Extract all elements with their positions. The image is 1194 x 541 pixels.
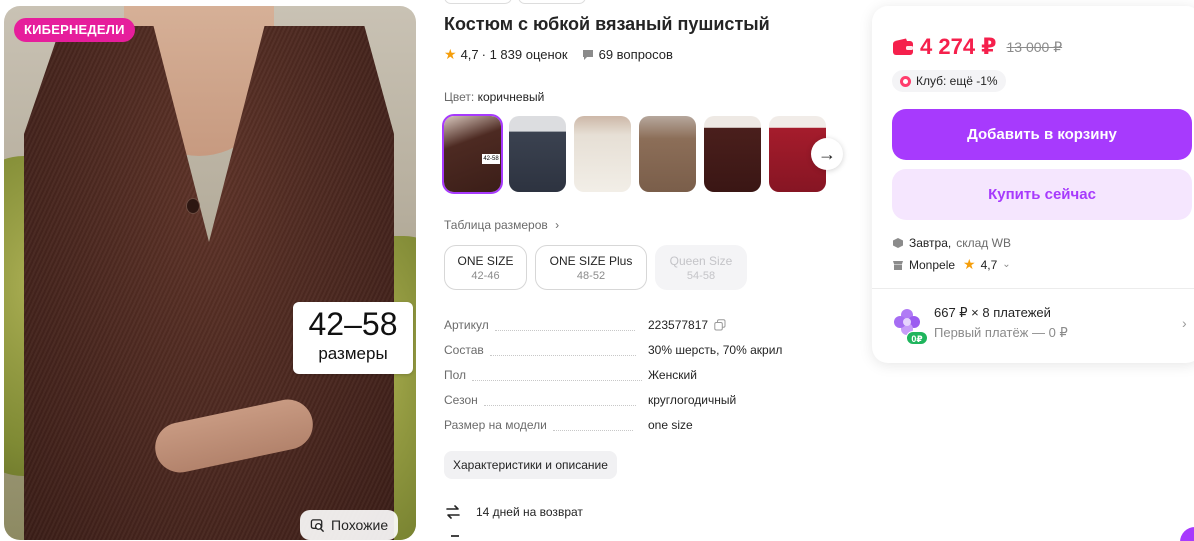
spec-row: Сезон круглогодичный bbox=[444, 393, 814, 418]
color-thumbnails: 42-58 bbox=[442, 114, 826, 194]
spec-dots bbox=[472, 380, 643, 381]
spec-dots bbox=[552, 430, 633, 431]
reviews-count[interactable]: · 1 839 оценок bbox=[482, 47, 568, 62]
partial-icon bbox=[451, 535, 459, 541]
seller-rating: 4,7 bbox=[980, 257, 998, 272]
seller-info[interactable]: Monpele ★ 4,7 ⌄ bbox=[892, 256, 1011, 273]
spec-key: Сезон bbox=[444, 393, 478, 407]
club-icon bbox=[900, 75, 911, 87]
article-number: 223577817 bbox=[648, 318, 709, 332]
color-thumb-camel[interactable] bbox=[639, 116, 696, 192]
product-title: Костюм с юбкой вязаный пушистый bbox=[444, 14, 770, 34]
promo-badge: КИБЕРНЕДЕЛИ bbox=[14, 18, 135, 42]
spec-row: Размер на модели one size bbox=[444, 418, 814, 443]
color-thumb-cream[interactable] bbox=[574, 116, 631, 192]
spec-value: круглогодичный bbox=[648, 393, 737, 407]
size-option-queen-size: Queen Size 54-58 bbox=[655, 245, 747, 290]
spec-value: 30% шерсть, 70% акрил bbox=[648, 343, 783, 357]
chat-bubble-icon[interactable] bbox=[1180, 527, 1194, 541]
divider bbox=[872, 288, 1194, 289]
top-chips bbox=[444, 0, 586, 4]
size-option-one-size-plus[interactable]: ONE SIZE Plus 48-52 bbox=[535, 245, 647, 290]
spec-row: Состав 30% шерсть, 70% акрил bbox=[444, 343, 814, 368]
size-options: ONE SIZE 42-46 ONE SIZE Plus 48-52 Queen… bbox=[444, 245, 747, 290]
add-to-cart-button[interactable]: Добавить в корзину bbox=[892, 109, 1192, 160]
product-photo[interactable]: КИБЕРНЕДЕЛИ 42–58 размеры Похожие bbox=[4, 6, 416, 540]
shop-icon bbox=[893, 260, 903, 270]
rating-row[interactable]: ★ 4,7 · 1 839 оценок 69 вопросов bbox=[444, 46, 673, 63]
color-thumb-navy[interactable] bbox=[509, 116, 566, 192]
thumb-size-label: 42-58 bbox=[482, 154, 500, 164]
seller-name[interactable]: Monpele bbox=[909, 258, 955, 272]
similar-label: Похожие bbox=[331, 517, 389, 533]
spec-value: one size bbox=[648, 418, 693, 432]
rating-value: 4,7 bbox=[460, 47, 479, 62]
similar-button[interactable]: Похожие bbox=[300, 510, 399, 540]
delivery-info: Завтра, склад WB bbox=[892, 236, 1011, 250]
size-name: ONE SIZE bbox=[457, 253, 514, 268]
size-sticker: 42–58 размеры bbox=[293, 302, 413, 374]
size-range: 42-46 bbox=[471, 269, 500, 282]
color-row: Цвет: коричневый bbox=[444, 90, 544, 104]
spec-key: Состав bbox=[444, 343, 484, 357]
questions-count[interactable]: 69 вопросов bbox=[599, 47, 673, 62]
size-name: ONE SIZE Plus bbox=[549, 253, 633, 268]
spec-key: Пол bbox=[444, 368, 467, 382]
delivery-day: Завтра, bbox=[909, 236, 952, 250]
current-price: 4 274 ₽ bbox=[920, 34, 997, 59]
spec-dots bbox=[483, 405, 636, 406]
buy-now-button[interactable]: Купить сейчас bbox=[892, 169, 1192, 220]
installment-sub: Первый платёж — 0 ₽ bbox=[934, 325, 1068, 340]
spec-value-article: 223577817 bbox=[648, 318, 726, 332]
return-arrows-icon bbox=[446, 505, 460, 519]
old-price: 13 000 ₽ bbox=[1006, 38, 1063, 55]
chevron-right-icon[interactable]: › bbox=[1182, 315, 1187, 331]
top-chip[interactable] bbox=[444, 0, 512, 4]
size-table-label: Таблица размеров bbox=[444, 218, 548, 232]
chevron-down-icon[interactable]: ⌄ bbox=[1002, 259, 1010, 270]
size-sticker-caption: размеры bbox=[318, 344, 388, 363]
star-icon: ★ bbox=[963, 256, 976, 272]
return-policy: 14 дней на возврат bbox=[444, 503, 583, 521]
size-range: 48-52 bbox=[576, 269, 606, 282]
star-icon: ★ bbox=[444, 46, 457, 62]
spec-row: Артикул 223577817 bbox=[444, 318, 814, 343]
top-chip[interactable] bbox=[518, 0, 586, 4]
zero-badge: 0₽ bbox=[906, 331, 928, 345]
installment-main: 667 ₽ × 8 платежей bbox=[934, 305, 1051, 320]
size-name: Queen Size bbox=[669, 253, 733, 268]
spec-list: Артикул 223577817 Состав 30% шерсть, 70%… bbox=[444, 318, 814, 443]
color-label: Цвет: bbox=[444, 90, 475, 104]
spec-key: Артикул bbox=[444, 318, 489, 332]
similar-search-icon bbox=[310, 518, 325, 532]
spec-dots bbox=[494, 330, 635, 331]
return-policy-text: 14 дней на возврат bbox=[476, 505, 583, 519]
questions-icon bbox=[582, 49, 593, 60]
spec-dots bbox=[489, 355, 636, 356]
delivery-warehouse: склад WB bbox=[956, 236, 1011, 250]
photo-button bbox=[186, 198, 200, 214]
characteristics-button[interactable]: Характеристики и описание bbox=[444, 451, 617, 479]
spec-value: Женский bbox=[648, 368, 697, 382]
spec-key: Размер на модели bbox=[444, 418, 547, 432]
thumbs-next-arrow-icon[interactable]: → bbox=[811, 138, 843, 170]
size-option-one-size[interactable]: ONE SIZE 42-46 bbox=[444, 245, 527, 290]
spec-row: Пол Женский bbox=[444, 368, 814, 393]
copy-icon[interactable] bbox=[714, 319, 726, 331]
size-table-link[interactable]: Таблица размеров › bbox=[444, 218, 559, 232]
club-badge[interactable]: Клуб: ещё -1% bbox=[892, 70, 1006, 92]
chevron-right-icon: › bbox=[555, 218, 560, 232]
installment-row[interactable]: 0₽ 667 ₽ × 8 платежей Первый платёж — 0 … bbox=[892, 305, 1192, 345]
wallet-icon bbox=[893, 38, 913, 55]
size-sticker-range: 42–58 bbox=[308, 306, 398, 342]
size-range: 54-58 bbox=[686, 269, 716, 282]
club-text: Клуб: ещё -1% bbox=[916, 74, 998, 88]
buy-card: 4 274 ₽ 13 000 ₽ Клуб: ещё -1% Добавить … bbox=[872, 6, 1194, 363]
color-thumb-burgundy[interactable] bbox=[704, 116, 761, 192]
delivery-box-icon bbox=[893, 238, 903, 248]
color-thumb-brown[interactable]: 42-58 bbox=[442, 114, 503, 194]
price-row: 4 274 ₽ 13 000 ₽ bbox=[892, 34, 1062, 60]
color-value: коричневый bbox=[477, 90, 545, 104]
